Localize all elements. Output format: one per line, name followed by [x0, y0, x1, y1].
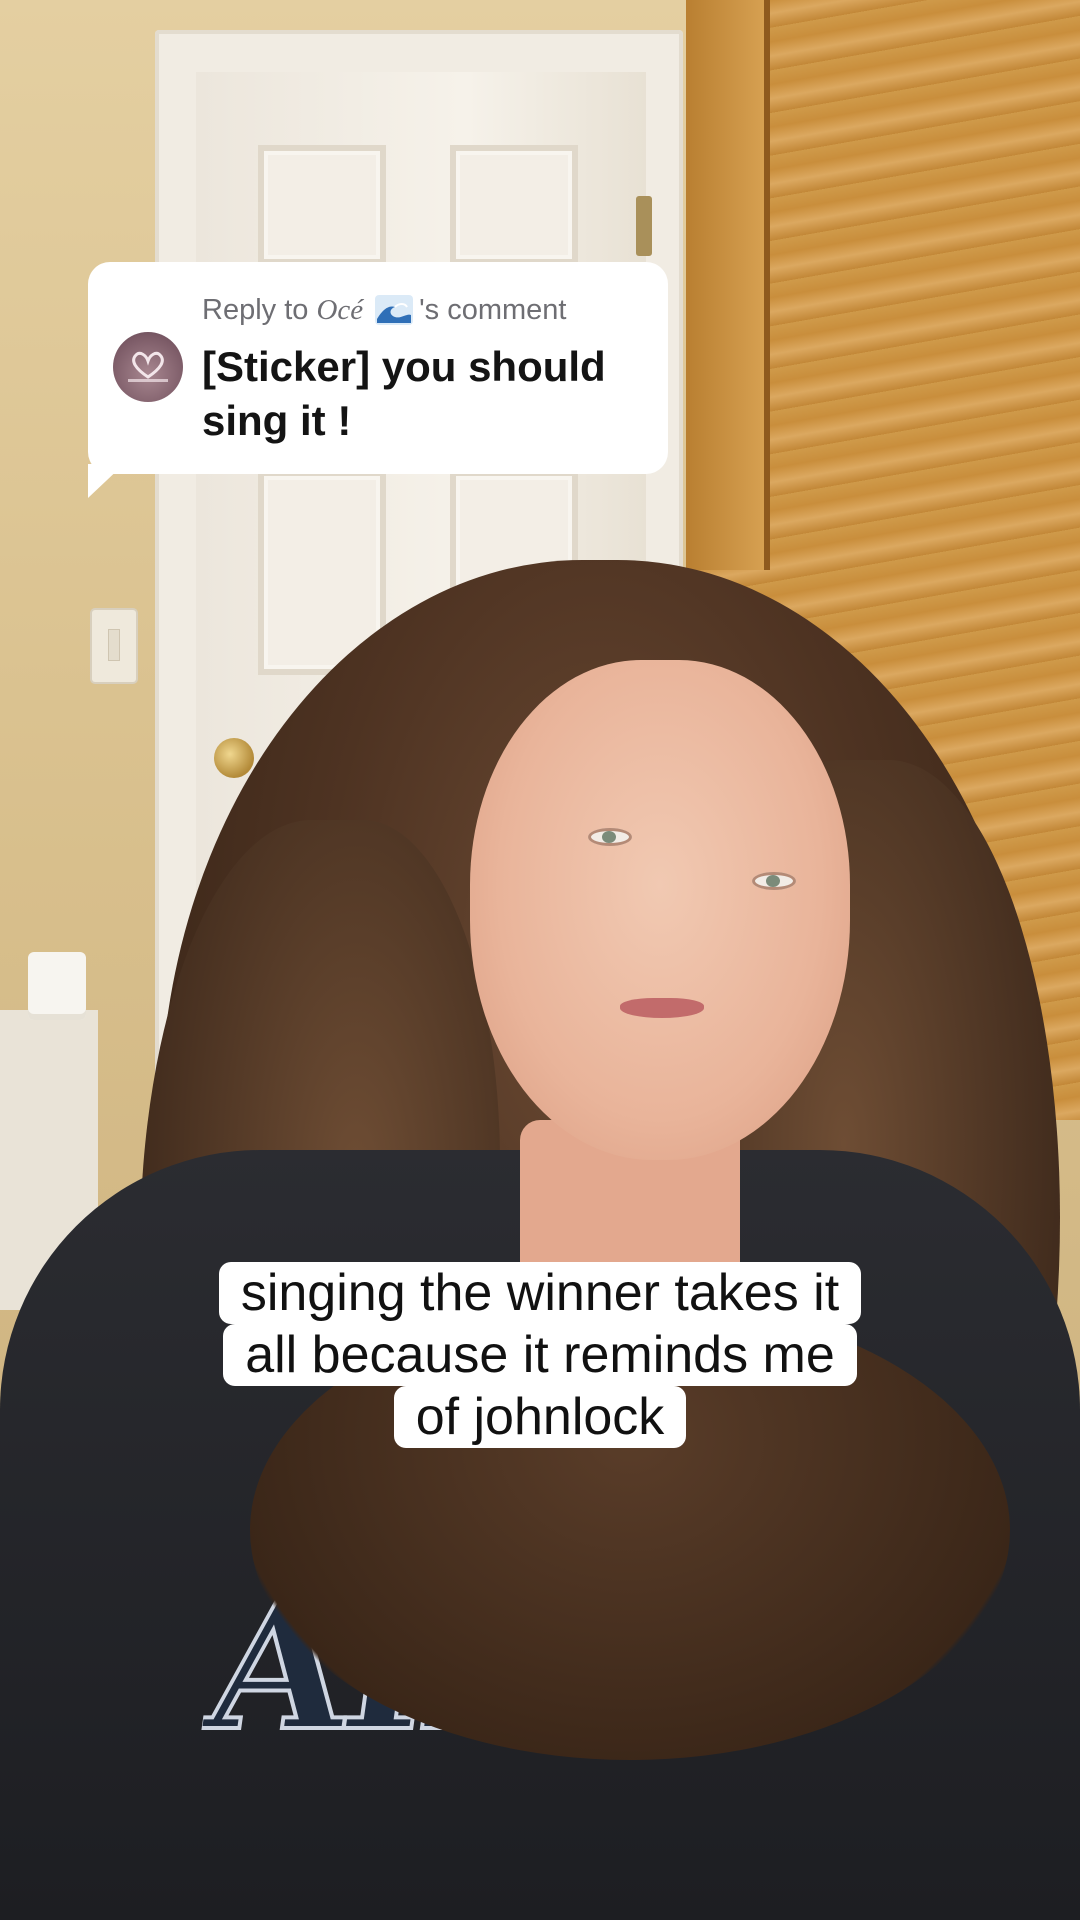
person-face: [470, 660, 850, 1160]
person-eye-left: [588, 828, 632, 846]
person-eye-right: [752, 872, 796, 890]
reply-username[interactable]: Océ: [316, 294, 363, 326]
reply-suffix: 's comment: [419, 294, 567, 326]
reply-comment-text: [Sticker] you should sing it !: [202, 343, 606, 444]
reply-prefix: Reply to: [202, 294, 317, 326]
reply-meta: Reply to Océ 's comment: [202, 294, 567, 327]
door-panel: [450, 145, 578, 265]
door-knob: [214, 738, 254, 778]
toilet-paper-roll: [28, 952, 86, 1020]
video-caption: singing the winner takes it all because …: [0, 1262, 1080, 1448]
commenter-avatar[interactable]: [113, 332, 183, 402]
caption-line: all because it reminds me: [223, 1324, 857, 1386]
caption-line: of johnlock: [393, 1386, 687, 1448]
person-mouth: [620, 998, 704, 1018]
caption-line: singing the winner takes it: [218, 1262, 862, 1324]
cabinet-edge: [686, 0, 766, 570]
swans-heart-icon: [128, 351, 168, 382]
door-panel: [258, 145, 386, 265]
cabinet-seam: [764, 0, 770, 570]
door-hinge: [636, 196, 652, 256]
light-switch-toggle: [109, 630, 119, 660]
wave-emoji-icon: [375, 295, 414, 325]
reply-card-tail: [88, 464, 124, 498]
